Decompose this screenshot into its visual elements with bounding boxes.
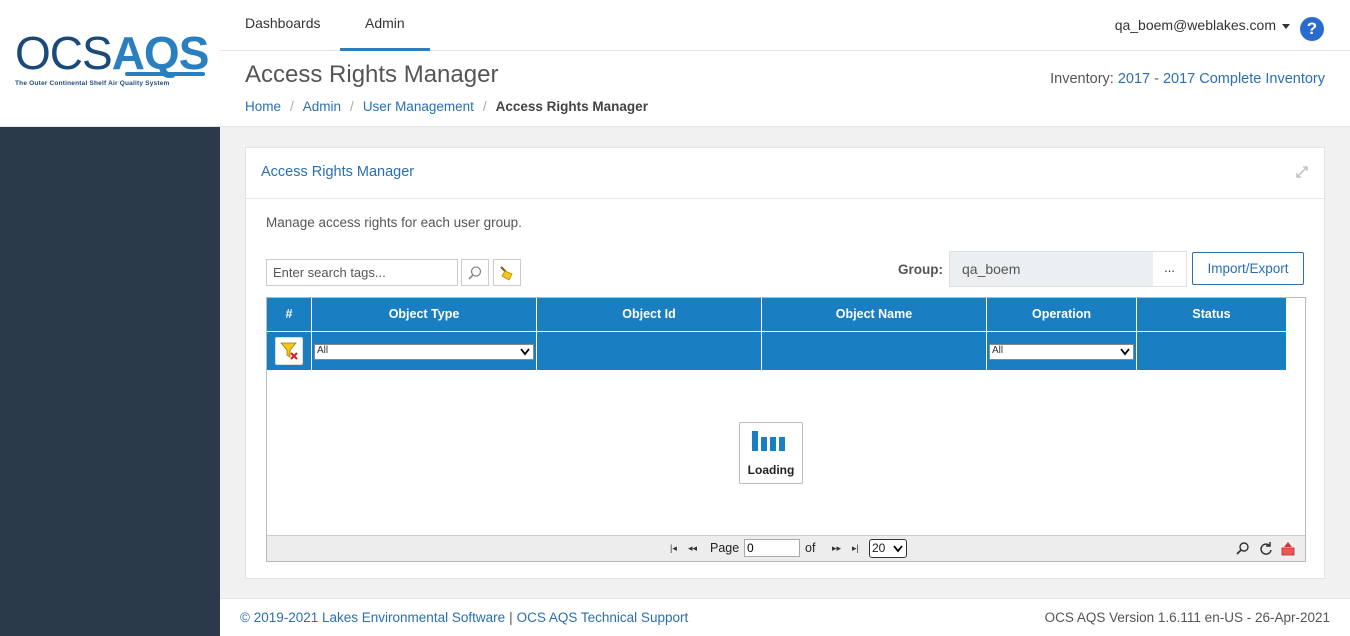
user-email: qa_boem@weblakes.com [1114,17,1276,33]
last-page-icon[interactable]: ▸| [852,543,859,554]
page-number-input[interactable] [744,539,800,557]
access-rights-grid: # Object Type Object Id Object Name Oper… [266,297,1306,562]
first-page-icon[interactable]: |◂ [670,543,677,554]
breadcrumb-current: Access Rights Manager [495,99,648,114]
copyright-link[interactable]: © 2019-2021 Lakes Environmental Software [240,610,505,625]
breadcrumb-separator: / [290,99,294,114]
access-rights-panel: Access Rights Manager Manage access righ… [245,147,1325,579]
filter-cell-object-name [762,331,987,370]
export-icon[interactable] [1280,541,1296,557]
expand-icon[interactable] [1296,166,1308,178]
inventory-link[interactable]: 2017 - 2017 Complete Inventory [1118,71,1325,87]
chevron-down-icon [520,348,530,356]
filter-cell-operation: All [987,331,1137,370]
prev-page-icon[interactable]: ◂◂ [688,543,697,554]
search-icon [468,266,482,280]
panel-title: Access Rights Manager [261,164,415,180]
version-info: OCS AQS Version 1.6.111 en-US - 26-Apr-2… [1044,610,1330,625]
page-of-label: of [805,541,816,555]
logo-wordmark: OCSAQS [15,27,209,79]
group-label: Group: [898,262,943,277]
page-title: Access Rights Manager [245,61,499,88]
chevron-down-icon [893,545,903,553]
operation-filter-select[interactable]: All [989,344,1134,360]
object-type-filter-select[interactable]: All [314,344,534,360]
clear-filters-button[interactable] [275,337,303,365]
column-header-object-id[interactable]: Object Id [537,298,762,331]
search-tags-input[interactable] [266,259,458,286]
grid-pager: |◂ ◂◂ Page of ▸▸ ▸| 20 [267,535,1305,561]
footer-links: © 2019-2021 Lakes Environmental Software… [240,610,688,625]
breadcrumb-separator: / [482,99,487,114]
search-button[interactable] [461,259,489,286]
loading-text: Loading [747,463,795,477]
inventory-indicator: Inventory: 2017 - 2017 Complete Inventor… [1050,71,1325,87]
group-browse-button[interactable]: ... [1153,251,1187,287]
column-header-object-type[interactable]: Object Type [312,298,537,331]
question-circle-icon[interactable]: ? [1300,17,1324,41]
chevron-down-icon [1282,23,1290,29]
footer-separator: | [509,610,513,625]
filter-cell-status [1137,331,1287,370]
panel-description: Manage access rights for each user group… [266,215,522,230]
filter-cell-number [267,331,312,370]
filter-cell-object-type: All [312,331,537,370]
column-header-number[interactable]: # [267,298,312,331]
logo[interactable]: OCSAQS The Outer Continental Shelf Air Q… [0,0,220,127]
filter-cell-object-id [537,331,762,370]
column-header-object-name[interactable]: Object Name [762,298,987,331]
column-header-status[interactable]: Status [1137,298,1287,331]
breadcrumb-user-management[interactable]: User Management [363,99,474,114]
support-link[interactable]: OCS AQS Technical Support [517,610,689,625]
logo-wave [125,72,205,76]
next-page-icon[interactable]: ▸▸ [832,543,841,554]
breadcrumb-separator: / [350,99,354,114]
breadcrumb-home[interactable]: Home [245,99,281,114]
inventory-label: Inventory: [1050,71,1114,87]
import-export-button[interactable]: Import/Export [1192,252,1304,285]
page-header: Access Rights Manager Home / Admin / User Ma… [220,51,1350,127]
tab-dashboards[interactable]: Dashboards [220,0,346,51]
tab-admin[interactable]: Admin [340,0,430,51]
chevron-down-icon [1120,348,1130,356]
page-size-select[interactable]: 20 [869,539,907,558]
filter-clear-icon [280,342,298,360]
panel-header: Access Rights Manager [246,148,1324,199]
loading-indicator: Loading [739,422,803,484]
page-label: Page [710,541,740,555]
breadcrumb: Home / Admin / User Management / Access Rights… [245,99,648,114]
search-icon[interactable] [1235,541,1251,557]
broom-icon [500,266,513,281]
loading-bars-icon [752,431,792,453]
footer: © 2019-2021 Lakes Environmental Software… [220,598,1350,636]
grid-header: # Object Type Object Id Object Name Oper… [267,298,1287,370]
clear-search-button[interactable] [493,259,521,286]
column-header-operation[interactable]: Operation [987,298,1137,331]
logo-tagline: The Outer Continental Shelf Air Quality … [15,80,170,87]
user-menu[interactable]: qa_boem@weblakes.com [1115,17,1290,33]
breadcrumb-admin[interactable]: Admin [303,99,341,114]
group-field: qa_boem [949,251,1154,287]
refresh-icon[interactable] [1258,541,1274,557]
top-nav: Dashboards Admin qa_boem@weblakes.com ? [220,0,1350,51]
